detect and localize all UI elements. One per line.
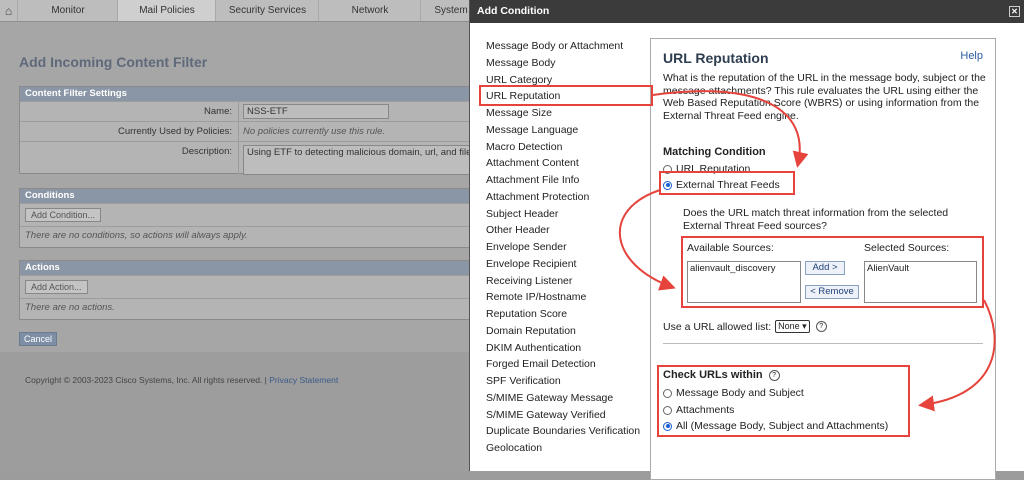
condition-item[interactable]: Geolocation	[485, 440, 655, 457]
home-icon[interactable]: ⌂	[0, 0, 17, 21]
highlight-url-reputation	[479, 85, 653, 106]
name-input[interactable]: NSS-ETF	[243, 104, 389, 119]
condition-item[interactable]: Domain Reputation	[485, 323, 655, 340]
used-by-label: Currently Used by Policies:	[117, 126, 232, 137]
privacy-statement-link[interactable]: Privacy Statement	[269, 375, 338, 385]
tab-security-services[interactable]: Security Services	[215, 0, 319, 21]
condition-item[interactable]: Attachment Content	[485, 155, 655, 172]
highlight-external-threat-feeds	[659, 171, 795, 195]
used-by-value: No policies currently use this rule.	[238, 122, 490, 141]
url-allowed-list-row: Use a URL allowed list: None ▾ ?	[663, 320, 827, 333]
url-allowed-list-select[interactable]: None ▾	[775, 320, 810, 333]
condition-item[interactable]: SPF Verification	[485, 373, 655, 390]
condition-item[interactable]: S/MIME Gateway Verified	[485, 407, 655, 424]
actions-header: Actions	[20, 261, 490, 275]
conditions-header: Conditions	[20, 189, 490, 203]
conditions-panel: Conditions Add Condition... There are no…	[19, 188, 491, 248]
condition-item[interactable]: Message Body	[485, 55, 655, 72]
condition-item[interactable]: Attachment File Info	[485, 172, 655, 189]
condition-item[interactable]: S/MIME Gateway Message	[485, 390, 655, 407]
condition-item[interactable]: Message Language	[485, 122, 655, 139]
dialog-title: Add Condition	[477, 5, 550, 17]
description-textarea[interactable]: Using ETF to detecting malicious domain,…	[243, 145, 486, 175]
actions-panel: Actions Add Action... There are no actio…	[19, 260, 491, 320]
condition-item[interactable]: Receiving Listener	[485, 273, 655, 290]
help-link[interactable]: Help	[960, 50, 983, 62]
description-row: Description: Using ETF to detecting mali…	[20, 141, 490, 175]
highlight-check-urls	[657, 365, 910, 437]
feed-question: Does the URL match threat information fr…	[683, 207, 949, 232]
pane-title: URL Reputation	[663, 50, 769, 66]
dialog-title-bar: Add Condition ✕	[470, 0, 1024, 23]
condition-item[interactable]: Reputation Score	[485, 306, 655, 323]
used-by-row: Currently Used by Policies: No policies …	[20, 121, 490, 141]
condition-item[interactable]: Envelope Recipient	[485, 256, 655, 273]
add-condition-button[interactable]: Add Condition...	[25, 208, 102, 222]
conditions-empty-text: There are no conditions, so actions will…	[20, 226, 490, 244]
page-title: Add Incoming Content Filter	[19, 54, 208, 70]
help-icon[interactable]: ?	[815, 321, 827, 332]
actions-empty-text: There are no actions.	[20, 298, 490, 316]
condition-item[interactable]: Forged Email Detection	[485, 356, 655, 373]
condition-item[interactable]: Message Body or Attachment	[485, 38, 655, 55]
copyright-text: Copyright © 2003-2023 Cisco Systems, Inc…	[25, 375, 338, 385]
highlight-sources	[681, 236, 984, 308]
condition-item[interactable]: Envelope Sender	[485, 239, 655, 256]
name-label: Name:	[204, 106, 232, 117]
condition-item[interactable]: DKIM Authentication	[485, 340, 655, 357]
url-allowed-list-label: Use a URL allowed list:	[663, 320, 772, 333]
condition-item[interactable]: Macro Detection	[485, 139, 655, 156]
tab-mail-policies[interactable]: Mail Policies	[117, 0, 216, 21]
condition-item[interactable]: Other Header	[485, 222, 655, 239]
tab-monitor[interactable]: Monitor	[17, 0, 118, 21]
condition-item[interactable]: Attachment Protection	[485, 189, 655, 206]
close-icon[interactable]: ✕	[1009, 6, 1020, 17]
pane-description: What is the reputation of the URL in the…	[663, 72, 986, 122]
settings-header: Content Filter Settings	[20, 87, 490, 101]
footer	[0, 352, 480, 472]
name-row: Name: NSS-ETF	[20, 101, 490, 121]
description-label: Description:	[181, 146, 232, 157]
matching-condition-label: Matching Condition	[663, 146, 766, 158]
condition-item[interactable]: Message Size	[485, 105, 655, 122]
divider	[663, 343, 983, 344]
tab-network[interactable]: Network	[318, 0, 421, 21]
content-filter-settings-panel: Content Filter Settings Name: NSS-ETF Cu…	[19, 86, 491, 175]
condition-item[interactable]: Remote IP/Hostname	[485, 289, 655, 306]
condition-item[interactable]: Subject Header	[485, 206, 655, 223]
cancel-button[interactable]: Cancel	[19, 332, 58, 346]
url-allowed-list-value: None	[778, 321, 800, 331]
condition-item[interactable]: Duplicate Boundaries Verification	[485, 423, 655, 440]
copyright-label: Copyright © 2003-2023 Cisco Systems, Inc…	[25, 375, 270, 385]
add-action-button[interactable]: Add Action...	[25, 280, 88, 294]
